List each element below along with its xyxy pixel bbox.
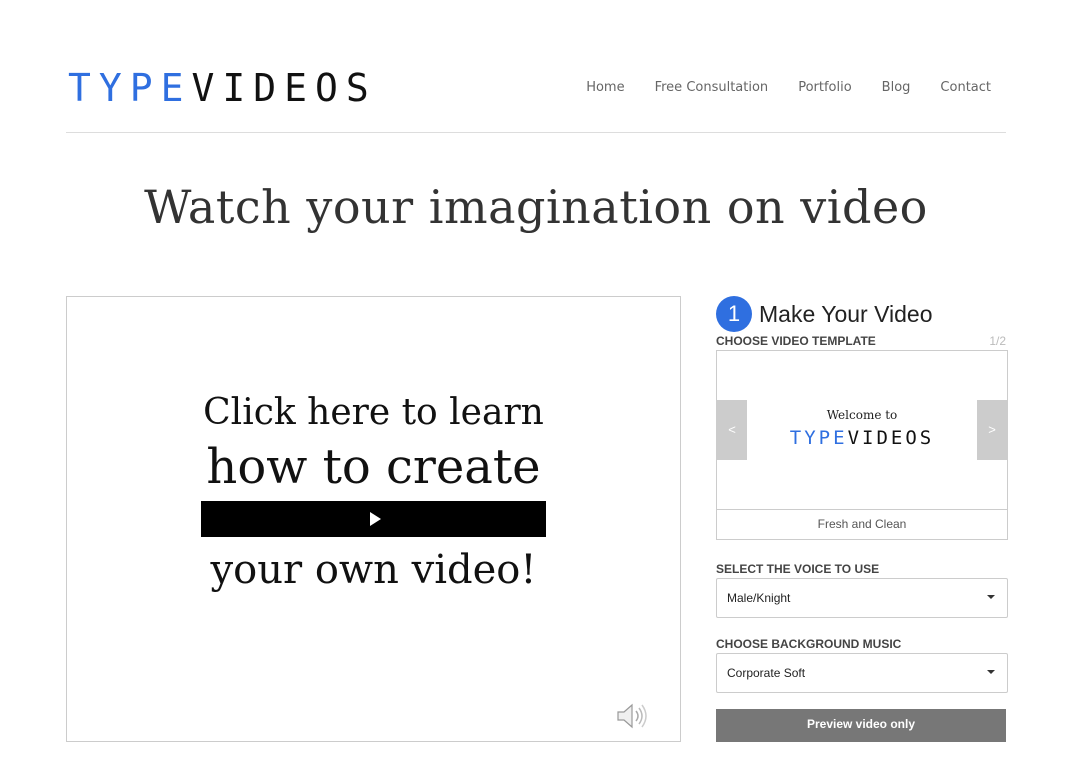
video-player[interactable]: Click here to learn how to create your o… — [66, 296, 681, 742]
template-welcome-text: Welcome to — [826, 408, 898, 422]
nav-free-consultation[interactable]: Free Consultation — [655, 80, 769, 95]
nav-home[interactable]: Home — [586, 80, 624, 95]
page-headline: Watch your imagination on video — [144, 180, 928, 234]
template-carousel: Welcome to TYPEVIDEOS < > Fresh and Clea… — [716, 350, 1008, 540]
music-select-value: Corporate Soft — [727, 666, 806, 680]
chevron-down-icon — [987, 595, 995, 599]
template-logo-type: TYPE — [789, 427, 848, 449]
logo-type-text: TYPE — [68, 66, 192, 110]
voice-select-value: Male/Knight — [727, 591, 791, 605]
header-divider — [66, 132, 1006, 133]
template-preview[interactable]: Welcome to TYPEVIDEOS — [717, 351, 1007, 509]
preview-video-button[interactable]: Preview video only — [716, 709, 1006, 742]
speaker-icon[interactable] — [615, 701, 649, 731]
chevron-down-icon — [987, 670, 995, 674]
template-pager: 1/2 — [989, 334, 1006, 348]
play-bar[interactable] — [201, 501, 546, 537]
nav-contact[interactable]: Contact — [940, 80, 991, 95]
voice-label: SELECT THE VOICE TO USE — [716, 562, 880, 576]
carousel-next-button[interactable]: > — [977, 400, 1007, 460]
template-label: CHOOSE VIDEO TEMPLATE — [716, 334, 876, 348]
step-header: 1 Make Your Video — [716, 296, 933, 332]
video-text-line-3: your own video! — [210, 547, 537, 593]
nav-blog[interactable]: Blog — [882, 80, 911, 95]
main-nav: Home Free Consultation Portfolio Blog Co… — [586, 80, 991, 95]
step-number-badge: 1 — [716, 296, 752, 332]
play-icon — [370, 512, 381, 526]
logo-videos-text: VIDEOS — [191, 66, 377, 110]
nav-portfolio[interactable]: Portfolio — [798, 80, 851, 95]
site-logo[interactable]: TYPEVIDEOS — [68, 68, 377, 108]
step-title: Make Your Video — [759, 300, 933, 327]
music-label: CHOOSE BACKGROUND MUSIC — [716, 637, 902, 651]
template-logo: TYPEVIDEOS — [717, 427, 1007, 449]
carousel-prev-button[interactable]: < — [717, 400, 747, 460]
template-name: Fresh and Clean — [717, 509, 1007, 539]
video-text-line-1: Click here to learn — [203, 392, 544, 433]
voice-select[interactable]: Male/Knight — [716, 578, 1008, 618]
video-text-line-2: how to create — [206, 439, 541, 495]
template-logo-videos: VIDEOS — [847, 427, 935, 449]
music-select[interactable]: Corporate Soft — [716, 653, 1008, 693]
